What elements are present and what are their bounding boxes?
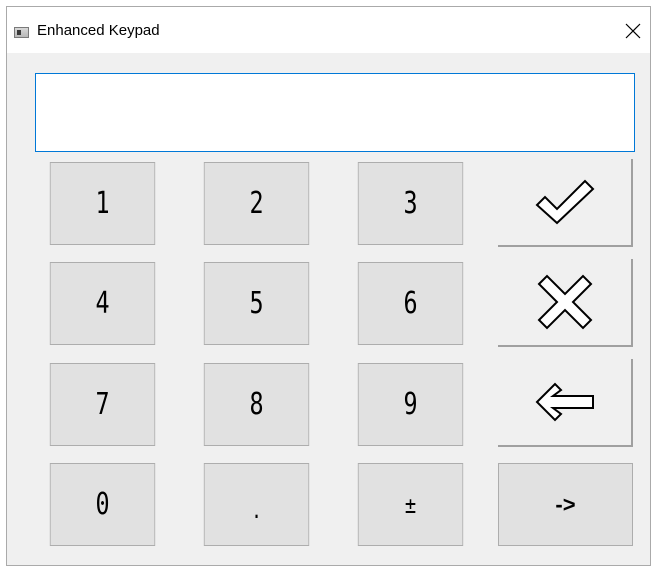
checkmark-icon <box>535 179 594 225</box>
x-icon <box>537 274 592 330</box>
left-arrow-icon <box>535 382 594 422</box>
key-4-label: 4 <box>95 286 110 321</box>
plus-minus-button[interactable]: ± <box>357 463 464 546</box>
keypad-window: Enhanced Keypad 1 2 3 4 5 6 7 8 9 0 . ± … <box>6 6 651 566</box>
plus-minus-label: ± <box>404 490 417 519</box>
close-button[interactable] <box>618 16 648 46</box>
ok-button[interactable] <box>498 159 633 247</box>
key-1-button[interactable]: 1 <box>49 162 156 245</box>
keypad-display-input[interactable] <box>35 73 635 152</box>
key-8-button[interactable]: 8 <box>203 363 310 446</box>
key-0-button[interactable]: 0 <box>49 463 156 546</box>
key-9-button[interactable]: 9 <box>357 363 464 446</box>
decimal-label: . <box>251 499 262 524</box>
key-7-button[interactable]: 7 <box>49 363 156 446</box>
key-5-label: 5 <box>249 286 264 321</box>
cancel-button[interactable] <box>498 259 633 347</box>
key-9-label: 9 <box>403 387 418 422</box>
key-2-label: 2 <box>249 186 264 221</box>
title-bar: Enhanced Keypad <box>7 7 650 53</box>
key-8-label: 8 <box>249 387 264 422</box>
key-3-button[interactable]: 3 <box>357 162 464 245</box>
key-6-label: 6 <box>403 286 418 321</box>
key-0-label: 0 <box>95 487 110 522</box>
window-title: Enhanced Keypad <box>37 22 160 39</box>
key-4-button[interactable]: 4 <box>49 262 156 345</box>
key-5-button[interactable]: 5 <box>203 262 310 345</box>
key-1-label: 1 <box>95 186 110 221</box>
key-6-button[interactable]: 6 <box>357 262 464 345</box>
key-2-button[interactable]: 2 <box>203 162 310 245</box>
close-icon <box>625 23 641 39</box>
next-button[interactable]: -> <box>498 463 633 546</box>
app-icon <box>14 27 29 38</box>
key-3-label: 3 <box>403 186 418 221</box>
backspace-button[interactable] <box>498 359 633 447</box>
decimal-button[interactable]: . <box>203 463 310 546</box>
next-label: -> <box>555 491 576 517</box>
key-7-label: 7 <box>95 387 110 422</box>
